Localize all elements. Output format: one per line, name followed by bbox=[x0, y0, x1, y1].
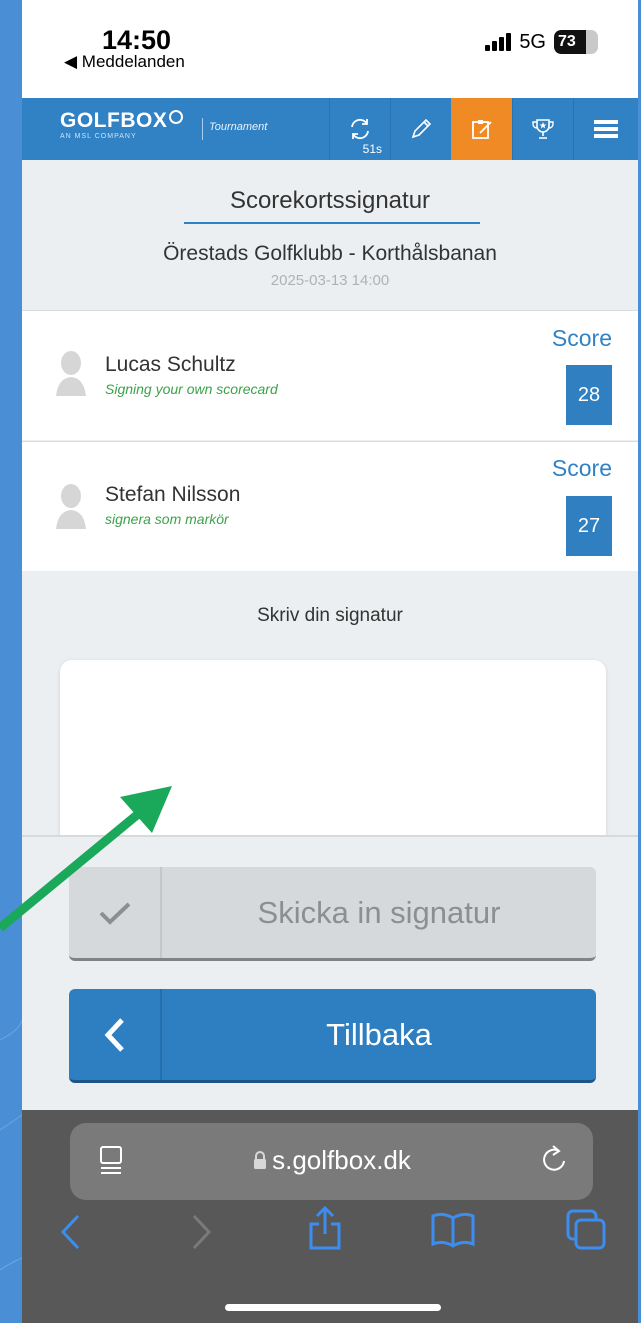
url-display: s.golfbox.dk bbox=[70, 1145, 593, 1176]
player-subtitle: Signing your own scorecard bbox=[105, 381, 278, 397]
signature-pad[interactable] bbox=[60, 660, 606, 860]
score-label: Score bbox=[551, 325, 612, 351]
refresh-countdown: 51s bbox=[362, 142, 382, 156]
chevron-left-icon bbox=[69, 989, 162, 1080]
edit-button[interactable] bbox=[390, 98, 451, 160]
avatar-icon bbox=[56, 484, 86, 529]
player-name: Stefan Nilsson bbox=[105, 483, 241, 506]
book-icon bbox=[431, 1212, 475, 1248]
trophy-icon bbox=[532, 119, 554, 139]
product-name: Tournament bbox=[209, 121, 268, 133]
back-to-messages[interactable]: ◀ Meddelanden bbox=[64, 52, 185, 72]
golfbox-logo[interactable]: GOLFBOX AN MSL COMPANY bbox=[60, 109, 184, 140]
brand-sub: AN MSL COMPANY bbox=[60, 133, 137, 140]
browser-back-button[interactable] bbox=[58, 1212, 82, 1257]
checkmark-icon bbox=[69, 867, 162, 958]
share-icon bbox=[309, 1205, 341, 1250]
logo-divider bbox=[202, 118, 203, 140]
chevron-left-icon bbox=[60, 1214, 80, 1250]
address-bar[interactable]: s.golfbox.dk bbox=[70, 1123, 593, 1200]
submit-signature-button[interactable]: Skicka in signatur bbox=[69, 867, 596, 961]
pencil-icon bbox=[411, 118, 432, 139]
sign-scorecard-button[interactable] bbox=[451, 98, 512, 160]
browser-nav bbox=[22, 1205, 638, 1272]
chevron-right-icon bbox=[192, 1214, 212, 1250]
player-row: Lucas Schultz Signing your own scorecard… bbox=[22, 310, 638, 440]
tabs-icon bbox=[566, 1209, 606, 1250]
action-panel: Skicka in signatur Tillbaka bbox=[22, 835, 638, 1111]
score-label: Score bbox=[551, 455, 612, 481]
page-title: Scorekortssignatur bbox=[229, 187, 431, 214]
home-indicator[interactable] bbox=[225, 1304, 441, 1311]
app-header: GOLFBOX AN MSL COMPANY Tournament 51s bbox=[22, 98, 638, 160]
refresh-icon bbox=[351, 118, 369, 140]
share-button[interactable] bbox=[307, 1204, 343, 1257]
tabs-button[interactable] bbox=[565, 1208, 607, 1257]
url-text: s.golfbox.dk bbox=[272, 1145, 411, 1175]
player-row: Stefan Nilsson signera som markör Score … bbox=[22, 441, 638, 571]
refresh-button[interactable]: 51s bbox=[329, 98, 390, 160]
menu-button[interactable] bbox=[573, 98, 638, 160]
title-block: Scorekortssignatur Örestads Golfklubb - … bbox=[22, 160, 638, 310]
back-button[interactable]: Tillbaka bbox=[69, 989, 596, 1083]
menu-icon bbox=[594, 120, 618, 138]
battery-icon: 73 bbox=[554, 30, 598, 54]
scorecard-sign-icon bbox=[472, 120, 492, 139]
bookmarks-button[interactable] bbox=[430, 1210, 476, 1255]
network-label: 5G bbox=[519, 30, 546, 53]
score-value: 28 bbox=[566, 365, 612, 425]
lock-icon bbox=[254, 1151, 267, 1169]
avatar-icon bbox=[56, 351, 86, 396]
signal-icon bbox=[485, 33, 512, 51]
reload-icon[interactable] bbox=[539, 1143, 569, 1175]
status-bar: 14:50 ◀ Meddelanden 5G 73 bbox=[22, 0, 638, 98]
club-name: Örestads Golfklubb - Korthålsbanan bbox=[163, 242, 497, 265]
submit-signature-label: Skicka in signatur bbox=[257, 894, 501, 930]
browser-toolbar: s.golfbox.dk bbox=[22, 1110, 638, 1323]
battery-level: 73 bbox=[558, 33, 576, 50]
signature-label: Skriv din signatur bbox=[257, 605, 403, 626]
globe-icon bbox=[169, 110, 184, 124]
status-indicators: 5G 73 bbox=[485, 30, 598, 54]
brand-name: GOLFBOX bbox=[60, 109, 168, 132]
score-value: 27 bbox=[566, 496, 612, 556]
browser-forward-button[interactable] bbox=[190, 1212, 214, 1257]
back-button-label: Tillbaka bbox=[326, 1016, 432, 1052]
phone-screen: 14:50 ◀ Meddelanden 5G 73 GOLFBOX AN MSL… bbox=[22, 0, 638, 1323]
player-name: Lucas Schultz bbox=[105, 353, 236, 376]
player-subtitle: signera som markör bbox=[105, 511, 229, 527]
title-underline bbox=[184, 222, 480, 224]
leaderboard-button[interactable] bbox=[512, 98, 573, 160]
round-date: 2025-03-13 14:00 bbox=[270, 272, 390, 289]
